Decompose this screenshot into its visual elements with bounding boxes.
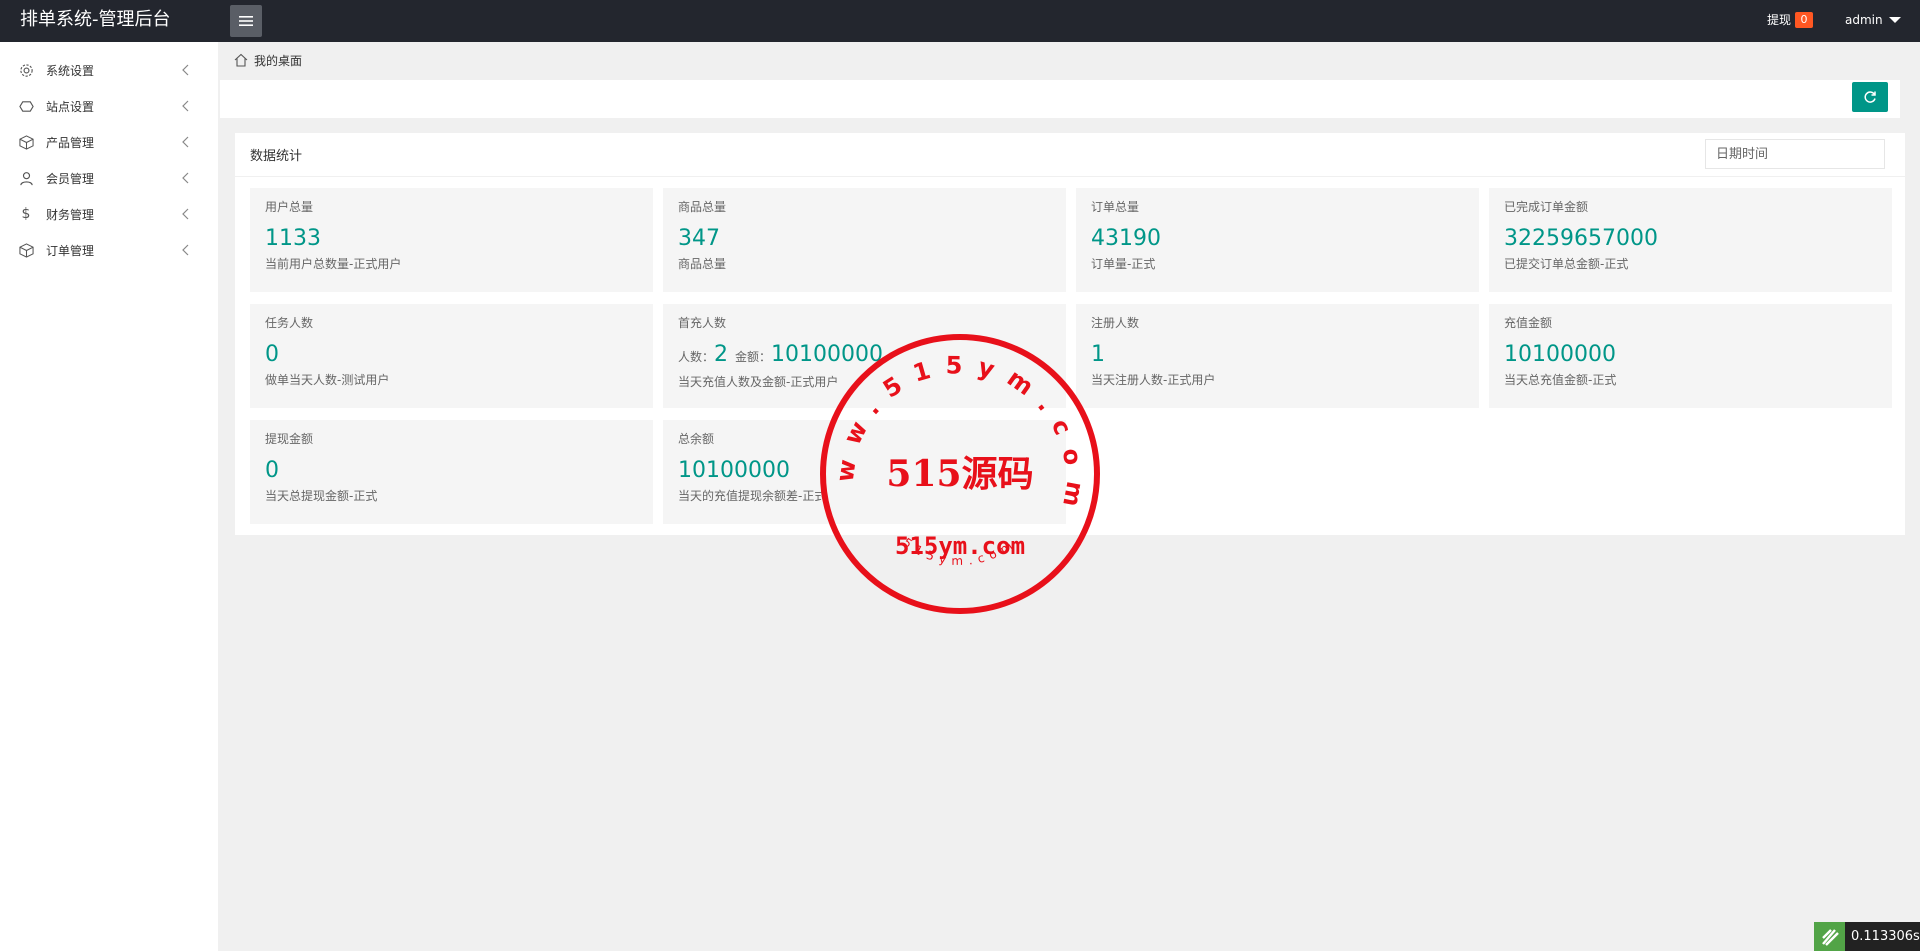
- stat-label: 已完成订单金额: [1504, 200, 1589, 214]
- breadcrumb-item-dashboard[interactable]: 我的桌面: [254, 52, 302, 69]
- sidebar-item-site-settings[interactable]: 站点设置: [0, 88, 218, 124]
- top-bar: 排单系统-管理后台 提现 0 admin: [0, 0, 1920, 42]
- stat-value: 43190: [1091, 226, 1161, 251]
- sidebar-item-label: 站点设置: [46, 99, 95, 114]
- sidebar-item-label: 订单管理: [46, 243, 95, 258]
- dollar-icon: $: [21, 206, 31, 222]
- stat-value: 32259657000: [1504, 226, 1658, 251]
- home-icon: [234, 53, 248, 67]
- menu-icon: [239, 16, 253, 26]
- stat-label: 首充人数: [678, 316, 727, 330]
- stat-desc: 已提交订单总金额-正式: [1504, 257, 1629, 271]
- chevron-left-icon: [182, 208, 189, 220]
- stat-tile-total-products: 商品总量 347 商品总量: [663, 188, 1066, 292]
- withdraw-label: 提现: [1767, 13, 1792, 27]
- stat-desc: 当天注册人数-正式用户: [1091, 373, 1216, 387]
- sidebar-item-label: 会员管理: [46, 171, 95, 186]
- stat-label: 提现金额: [265, 432, 314, 446]
- chevron-left-icon: [182, 64, 189, 76]
- stat-desc: 当前用户总数量-正式用户: [265, 257, 402, 271]
- user-name: admin: [1845, 13, 1883, 27]
- stat-desc: 做单当天人数-测试用户: [265, 373, 390, 387]
- stat-label: 商品总量: [678, 200, 727, 214]
- timer-value: 0.113306s: [1845, 922, 1920, 951]
- stat-desc: 当天总充值金额-正式: [1504, 373, 1617, 387]
- gear-icon: [18, 62, 34, 78]
- stat-tile-withdraw-amount: 提现金额 0 当天总提现金额-正式: [250, 420, 653, 524]
- sidebar-item-label: 财务管理: [46, 207, 95, 222]
- stat-desc: 订单量-正式: [1091, 257, 1156, 271]
- sidebar-item-label: 系统设置: [46, 63, 95, 78]
- amount-label: 金额：: [735, 350, 772, 364]
- people-value: 2: [714, 342, 729, 367]
- watermark-center-text: 515源码: [886, 453, 1033, 495]
- stat-tile-total-orders: 订单总量 43190 订单量-正式: [1076, 188, 1479, 292]
- sidebar: 系统设置 站点设置 产品管理 会员管理 $ 财务管理 订单管理: [0, 42, 218, 951]
- caret-down-icon: [1888, 17, 1901, 23]
- stats-card-header: 数据统计: [235, 133, 1905, 177]
- debug-logo-icon: [1814, 922, 1845, 951]
- stat-tile-recharge-amount: 充值金额 10100000 当天总充值金额-正式: [1489, 304, 1892, 408]
- stat-value: 0: [265, 342, 279, 367]
- stat-value: 10100000: [1504, 342, 1616, 367]
- stat-tile-completed-order-amount: 已完成订单金额 32259657000 已提交订单总金额-正式: [1489, 188, 1892, 292]
- box-icon: [18, 242, 34, 258]
- user-icon: [18, 170, 34, 186]
- refresh-button[interactable]: [1852, 82, 1888, 112]
- withdraw-link[interactable]: 提现 0: [1767, 10, 1814, 30]
- chevron-left-icon: [182, 136, 189, 148]
- chevron-left-icon: [182, 244, 189, 256]
- sidebar-item-finance-management[interactable]: $ 财务管理: [0, 196, 218, 232]
- chevron-left-icon: [182, 100, 189, 112]
- sidebar-item-product-management[interactable]: 产品管理: [0, 124, 218, 160]
- stat-desc: 当天总提现金额-正式: [265, 489, 378, 503]
- withdraw-count-badge: 0: [1795, 12, 1814, 28]
- site-icon: [18, 98, 34, 114]
- stat-value: 347: [678, 226, 720, 251]
- stat-value: 0: [265, 458, 279, 483]
- user-menu[interactable]: admin: [1845, 10, 1901, 30]
- page-timer-badge[interactable]: 0.113306s: [1814, 922, 1920, 951]
- box-icon: [18, 134, 34, 150]
- stat-label: 任务人数: [265, 316, 314, 330]
- date-time-input[interactable]: [1705, 139, 1885, 169]
- toolbar: [220, 80, 1900, 118]
- stat-desc: 商品总量: [678, 257, 727, 271]
- stat-tile-task-users: 任务人数 0 做单当天人数-测试用户: [250, 304, 653, 408]
- stats-title: 数据统计: [250, 149, 303, 164]
- breadcrumb: 我的桌面: [218, 42, 1920, 78]
- stat-label: 用户总量: [265, 200, 314, 214]
- sidebar-item-order-management[interactable]: 订单管理: [0, 232, 218, 268]
- stat-label: 充值金额: [1504, 316, 1553, 330]
- stat-tile-total-users: 用户总量 1133 当前用户总数量-正式用户: [250, 188, 653, 292]
- stat-label: 注册人数: [1091, 316, 1140, 330]
- app-title: 排单系统-管理后台: [20, 9, 171, 30]
- watermark-stamp: www.515ym.com 515源码 515ym.com 515ym.com: [818, 332, 1100, 614]
- stat-tile-registered-users: 注册人数 1 当天注册人数-正式用户: [1076, 304, 1479, 408]
- people-label: 人数：: [678, 350, 715, 364]
- stat-value: 1133: [265, 226, 321, 251]
- sidebar-item-label: 产品管理: [46, 135, 95, 150]
- menu-toggle-button[interactable]: [230, 5, 262, 37]
- stat-value: 1: [1091, 342, 1105, 367]
- chevron-left-icon: [182, 172, 189, 184]
- sidebar-item-system-settings[interactable]: 系统设置: [0, 52, 218, 88]
- sidebar-item-member-management[interactable]: 会员管理: [0, 160, 218, 196]
- refresh-icon: [1864, 91, 1876, 103]
- stat-label: 订单总量: [1091, 200, 1140, 214]
